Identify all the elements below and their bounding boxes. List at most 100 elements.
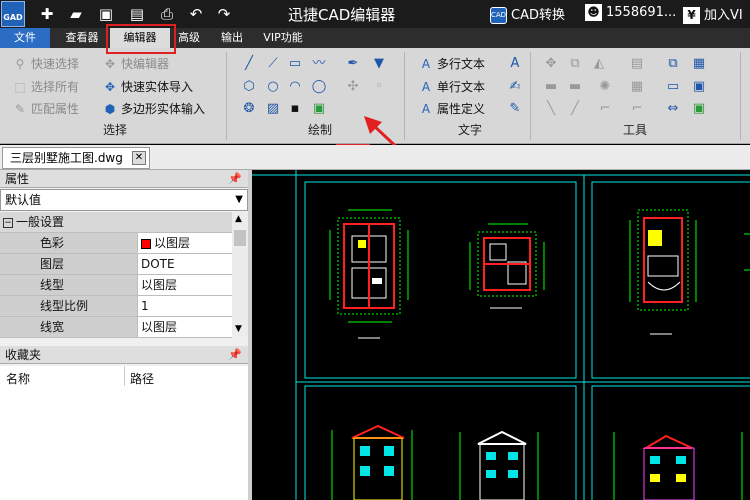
open-icon[interactable]: ▰ bbox=[66, 4, 86, 24]
properties-select[interactable]: 默认值 ▼ bbox=[0, 189, 248, 211]
move-tool-icon[interactable]: ✥ bbox=[542, 55, 560, 73]
circle-icon[interactable]: ○ bbox=[264, 78, 282, 96]
insert-tool-icon[interactable]: ▦ bbox=[690, 55, 708, 73]
pen-icon[interactable]: ✒ bbox=[344, 55, 362, 73]
pin-icon[interactable]: 📌 bbox=[228, 170, 242, 188]
cad-convert-label: CAD转换 bbox=[511, 8, 565, 23]
copy-tool-icon[interactable]: ⧉ bbox=[566, 55, 584, 73]
save-as-icon[interactable]: ▤ bbox=[127, 4, 147, 24]
fillet-tool-icon[interactable]: ⌐ bbox=[596, 100, 614, 118]
tab-file[interactable]: 文件 bbox=[0, 28, 50, 48]
close-icon[interactable]: ✕ bbox=[132, 151, 146, 165]
print-icon[interactable]: ⎙ bbox=[157, 4, 177, 24]
text-check-icon[interactable]: ✎ bbox=[506, 100, 524, 118]
match-props-button[interactable]: ✎ 匹配属性 bbox=[12, 99, 79, 119]
column-header-path[interactable]: 路径 bbox=[130, 370, 154, 387]
block-tool-icon[interactable]: ⧉ bbox=[664, 55, 682, 73]
ribbon-separator bbox=[226, 52, 227, 140]
point-icon[interactable]: ◦ bbox=[370, 78, 388, 96]
area-tool-icon[interactable]: ▣ bbox=[690, 78, 708, 96]
stext-button[interactable]: A 单行文本 bbox=[418, 77, 485, 97]
property-row[interactable]: 线宽 以图层 bbox=[0, 317, 232, 338]
property-scrollbar[interactable]: ▲ ▼ bbox=[232, 212, 248, 336]
property-category[interactable]: − 一般设置 bbox=[0, 212, 232, 233]
move-icon[interactable]: ✣ bbox=[344, 78, 362, 96]
property-value[interactable]: 以图层 bbox=[137, 233, 232, 253]
quick-import-button[interactable]: ✥ 快速实体导入 bbox=[102, 77, 193, 97]
brush-icon: ✎ bbox=[14, 102, 26, 116]
tab-advanced[interactable]: 高级 bbox=[172, 28, 206, 48]
floor-plan bbox=[469, 223, 545, 309]
property-name: 线型比例 bbox=[0, 296, 137, 316]
property-row[interactable]: 图层 DOTE bbox=[0, 254, 232, 275]
chamfer-tool-icon[interactable]: ⌐ bbox=[628, 100, 646, 118]
polygon-input-button[interactable]: ⬢ 多边形实体输入 bbox=[102, 99, 205, 119]
ribbon-separator bbox=[530, 52, 531, 140]
new-icon[interactable]: ✚ bbox=[37, 4, 57, 24]
redo-icon[interactable]: ↷ bbox=[214, 4, 234, 24]
check-tool-icon[interactable]: ▣ bbox=[690, 100, 708, 118]
yen-icon: ¥ bbox=[683, 7, 700, 24]
app-logo: GAD bbox=[1, 1, 25, 27]
text-style-icon[interactable]: A bbox=[506, 55, 524, 73]
tab-vip[interactable]: VIP功能 bbox=[258, 28, 308, 48]
polygon-input-label: 多边形实体输入 bbox=[121, 102, 206, 116]
save-icon[interactable]: ▣ bbox=[96, 4, 116, 24]
polygon-draw-icon[interactable]: ⬡ bbox=[240, 78, 258, 96]
ellipse-icon[interactable]: ◯ bbox=[310, 78, 328, 96]
erase-tool-icon[interactable]: ▬ bbox=[542, 78, 560, 96]
mtext-button[interactable]: A 多行文本 bbox=[418, 54, 485, 74]
tab-output[interactable]: 输出 bbox=[214, 28, 250, 48]
spline-icon[interactable]: 〰 bbox=[310, 55, 328, 73]
cad-convert-button[interactable]: CAD CAD转换 bbox=[490, 4, 565, 24]
image-icon[interactable]: ▣ bbox=[310, 100, 328, 118]
match-props-label: 匹配属性 bbox=[31, 102, 80, 116]
chevron-down-icon[interactable]: ▼ bbox=[235, 324, 242, 334]
explode-tool-icon[interactable]: ✺ bbox=[596, 78, 614, 96]
property-row[interactable]: 线型 以图层 bbox=[0, 275, 232, 296]
undo-icon[interactable]: ↶ bbox=[186, 4, 206, 24]
layer-tool-icon[interactable]: ▤ bbox=[628, 55, 646, 73]
quick-select-button[interactable]: ⚲ 快速选择 bbox=[12, 54, 79, 74]
chevron-up-icon[interactable]: ▲ bbox=[235, 214, 242, 224]
scrollbar-thumb[interactable] bbox=[234, 230, 246, 246]
arc-icon[interactable]: ◠ bbox=[286, 78, 304, 96]
attdef-button[interactable]: A 属性定义 bbox=[418, 99, 485, 119]
vip-join-button[interactable]: ¥ 加入VI bbox=[683, 4, 743, 24]
text-edit-icon[interactable]: ✍ bbox=[506, 78, 524, 96]
column-header-name[interactable]: 名称 bbox=[6, 370, 30, 387]
rectangle-icon[interactable]: ▭ bbox=[286, 55, 304, 73]
quick-edit-icon: ✥ bbox=[104, 57, 116, 71]
offset-tool-icon[interactable]: ▬ bbox=[566, 78, 584, 96]
property-value[interactable]: 以图层 bbox=[137, 275, 232, 295]
sheet-frame bbox=[591, 385, 750, 500]
quick-edit-button[interactable]: ✥ 快编辑器 bbox=[102, 54, 169, 74]
pin-icon[interactable]: 📌 bbox=[228, 346, 242, 364]
mtext-label: 多行文本 bbox=[437, 57, 486, 71]
tab-viewer[interactable]: 查看器 bbox=[57, 28, 107, 48]
line-icon[interactable]: ╱ bbox=[240, 55, 258, 73]
revcloud-icon[interactable]: ❂ bbox=[240, 100, 258, 118]
user-account[interactable]: ☻ 1558691... bbox=[585, 4, 676, 21]
document-tab-name: 三层别墅施工图.dwg bbox=[10, 151, 123, 165]
property-row[interactable]: 色彩 以图层 bbox=[0, 233, 232, 254]
drawing-canvas[interactable] bbox=[252, 170, 750, 500]
select-all-button[interactable]: ⬚ 选择所有 bbox=[12, 77, 79, 97]
polyline-icon[interactable]: ⟋ bbox=[264, 55, 282, 73]
mirror-tool-icon[interactable]: ◭ bbox=[590, 55, 608, 73]
trim-tool-icon[interactable]: ╲ bbox=[542, 100, 560, 118]
extend-tool-icon[interactable]: ╱ bbox=[566, 100, 584, 118]
dot-icon[interactable]: ▪ bbox=[286, 100, 304, 118]
hatch-icon[interactable]: ▨ bbox=[264, 100, 282, 118]
property-row[interactable]: 线型比例 1 bbox=[0, 296, 232, 317]
array-tool-icon[interactable]: ▦ bbox=[628, 78, 646, 96]
collapse-icon[interactable]: − bbox=[3, 217, 13, 228]
drop-icon[interactable]: ▼ bbox=[370, 55, 388, 73]
property-name: 图层 bbox=[0, 254, 137, 274]
measure-tool-icon[interactable]: ▭ bbox=[664, 78, 682, 96]
distance-tool-icon[interactable]: ⇔ bbox=[664, 100, 682, 118]
property-value[interactable]: DOTE bbox=[137, 254, 232, 274]
property-value[interactable]: 1 bbox=[137, 296, 232, 316]
document-tab[interactable]: 三层别墅施工图.dwg ✕ bbox=[2, 147, 150, 169]
property-value[interactable]: 以图层 bbox=[137, 317, 232, 337]
